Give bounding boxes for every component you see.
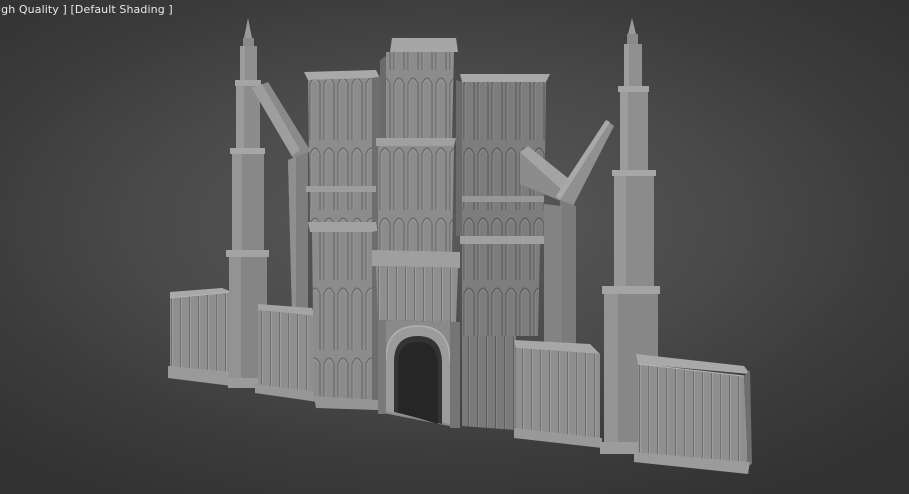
- right-outer-wall: [634, 354, 752, 474]
- center-keep: [372, 38, 460, 322]
- left-central-tower: [304, 70, 382, 410]
- castle-gate-model: [168, 18, 752, 474]
- gate-arch: [378, 320, 460, 428]
- 3d-viewport[interactable]: igh Quality ] [Default Shading ]: [0, 0, 909, 494]
- left-inner-wall: [255, 304, 318, 402]
- right-inner-wall: [514, 340, 602, 448]
- left-outer-wall: [168, 288, 233, 386]
